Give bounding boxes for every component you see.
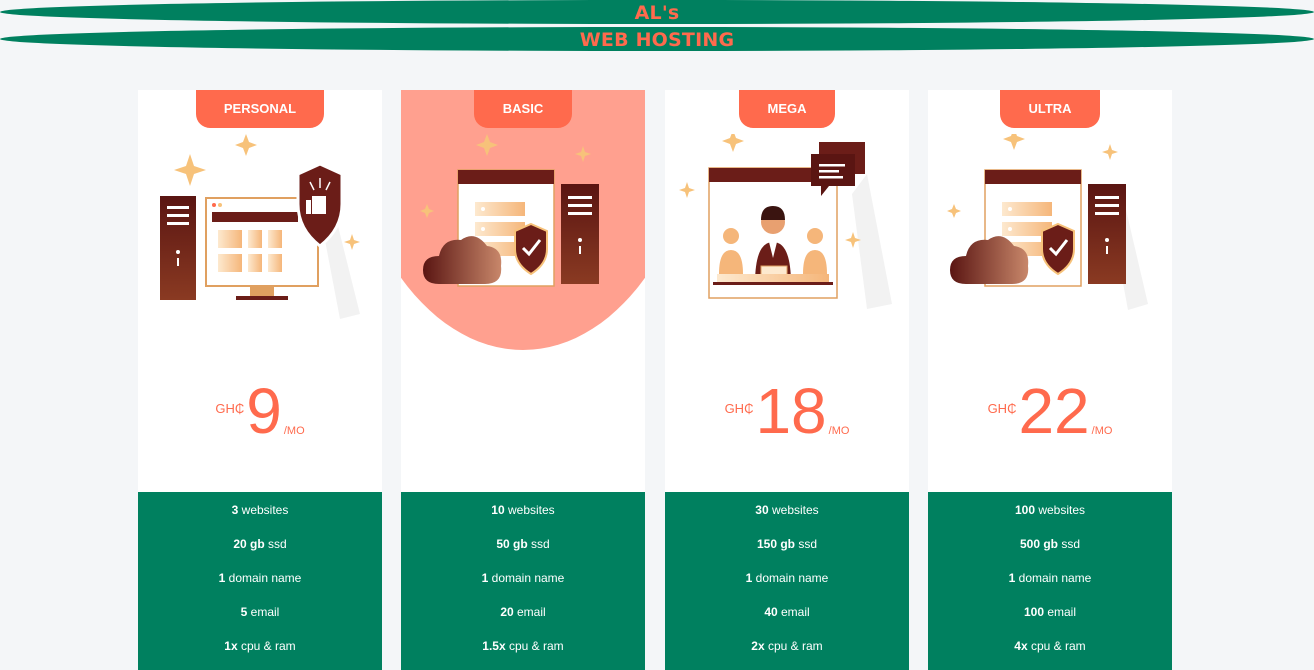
plan-card-ultra[interactable]: ULTRA GH₵ 22 /MO 100 websites 500 gb ssd…: [928, 90, 1172, 670]
plan-card-mega[interactable]: MEGA GH₵ 18 /MO 30 websites 150 gb ssd 1…: [665, 90, 909, 670]
feature-cpu-ram: 1.5x cpu & ram: [482, 639, 564, 653]
site-title-line1: AL's: [634, 2, 680, 24]
feature-domains: 1 domain name: [745, 571, 829, 585]
plan-price: GH₵ 18 /MO: [665, 375, 909, 455]
price-amount: 18: [755, 375, 827, 447]
plan-name-tab: PERSONAL: [196, 90, 324, 128]
site-title-line2: WEB HOSTING: [579, 29, 735, 51]
feature-cpu-ram: 1x cpu & ram: [224, 639, 296, 653]
price-period: /MO: [828, 425, 850, 437]
feature-cpu-ram: 2x cpu & ram: [751, 639, 823, 653]
feature-domains: 1 domain name: [481, 571, 565, 585]
plan-name-tab: MEGA: [739, 90, 835, 128]
feature-list: 100 websites 500 gb ssd 1 domain name 10…: [928, 492, 1172, 670]
server-cloud-shield-illustration: [947, 134, 1148, 310]
price-period: /MO: [283, 425, 305, 437]
feature-email: 40 email: [764, 605, 810, 619]
plan-price: GH₵ 22 /MO: [928, 375, 1172, 455]
feature-list: 3 websites 20 gb ssd 1 domain name 5 ema…: [138, 492, 382, 670]
plan-card-personal[interactable]: PERSONAL GH₵ 9 /MO 3 websites 20 gb ssd …: [138, 90, 382, 670]
price-period: /MO: [1091, 425, 1113, 437]
plan-price: [401, 375, 645, 455]
support-team-illustration: [679, 134, 892, 309]
server-cloud-shield-illustration: [420, 134, 599, 287]
feature-domains: 1 domain name: [1008, 571, 1092, 585]
price-currency: GH₵: [987, 401, 1017, 416]
header-banner: AL's WEB HOSTING: [0, 0, 1314, 56]
plan-name-tab: BASIC: [474, 90, 572, 128]
feature-cpu-ram: 4x cpu & ram: [1014, 639, 1086, 653]
plan-card-basic[interactable]: BASIC 10 websites 50 gb ssd 1 domain nam…: [401, 90, 645, 670]
feature-websites: 10 websites: [491, 503, 555, 517]
feature-email: 5 email: [240, 605, 280, 619]
feature-storage: 50 gb ssd: [496, 537, 550, 551]
feature-websites: 3 websites: [231, 503, 289, 517]
feature-email: 20 email: [500, 605, 546, 619]
price-amount: 22: [1018, 375, 1090, 447]
price-currency: GH₵: [215, 401, 245, 416]
feature-storage: 20 gb ssd: [233, 537, 287, 551]
feature-domains: 1 domain name: [218, 571, 302, 585]
feature-email: 100 email: [1023, 605, 1077, 619]
plan-price: GH₵ 9 /MO: [138, 375, 382, 455]
feature-websites: 100 websites: [1014, 503, 1086, 517]
price-amount: 9: [246, 375, 282, 447]
feature-storage: 500 gb ssd: [1019, 537, 1081, 551]
feature-list: 10 websites 50 gb ssd 1 domain name 20 e…: [401, 492, 645, 670]
price-currency: GH₵: [724, 401, 754, 416]
plan-name-tab: ULTRA: [1000, 90, 1100, 128]
monitor-shield-illustration: [160, 134, 360, 319]
feature-list: 30 websites 150 gb ssd 1 domain name 40 …: [665, 492, 909, 670]
feature-websites: 30 websites: [755, 503, 819, 517]
feature-storage: 150 gb ssd: [756, 537, 818, 551]
